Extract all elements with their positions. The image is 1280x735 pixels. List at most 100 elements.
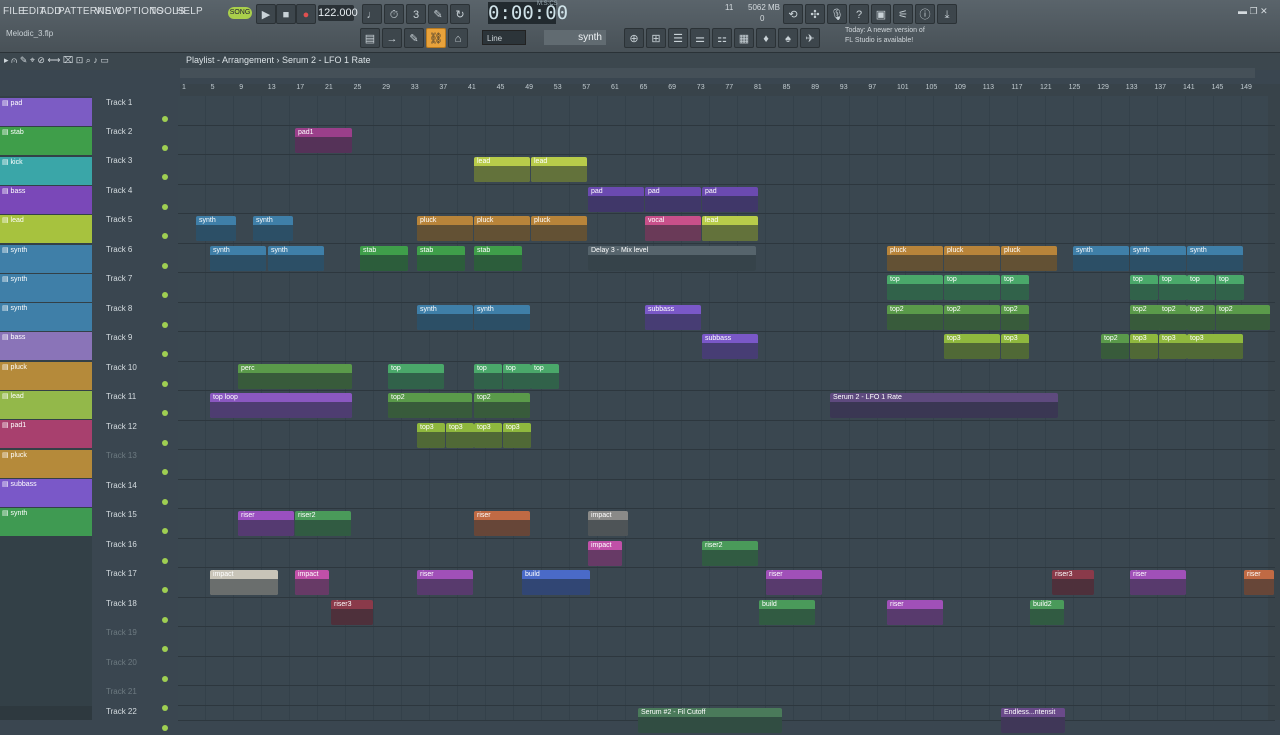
- track-lane[interactable]: [178, 272, 1275, 303]
- pattern-clip[interactable]: top2: [1101, 334, 1129, 359]
- picker-pattern[interactable]: ▤ lead: [0, 215, 92, 244]
- play-icon[interactable]: ▶: [256, 4, 276, 24]
- pattern-clip[interactable]: riser2: [295, 511, 351, 536]
- tool-icon[interactable]: ⚏: [712, 28, 732, 48]
- picker-pattern[interactable]: ▤ subbass: [0, 478, 92, 507]
- save-icon[interactable]: ▣: [871, 4, 891, 24]
- pattern-clip[interactable]: lead: [531, 157, 587, 182]
- track-name[interactable]: Track 3: [106, 156, 170, 184]
- picker-pattern[interactable]: ▤ pad1: [0, 420, 92, 449]
- tool-icon[interactable]: ⊞: [646, 28, 666, 48]
- pattern-clip[interactable]: top3: [474, 423, 502, 448]
- timeline-ruler[interactable]: 1 5 9 13 17 21 25 29 33 37 41 45 49 53 57 61 65 69 73 77 81 8…: [180, 84, 1275, 96]
- pattern-clip[interactable]: riser2: [702, 541, 758, 566]
- pattern-clip[interactable]: pad1: [295, 128, 352, 153]
- track-mute-icon[interactable]: [162, 469, 168, 475]
- pattern-clip[interactable]: top2: [1159, 305, 1187, 330]
- help-icon[interactable]: ?: [849, 4, 869, 24]
- download-icon[interactable]: ⤓: [937, 4, 957, 24]
- track-name[interactable]: Track 6: [106, 245, 170, 273]
- arrangement-overview[interactable]: [180, 68, 1255, 78]
- pattern-clip[interactable]: top2: [388, 393, 472, 418]
- pattern-clip[interactable]: riser: [766, 570, 822, 595]
- pattern-clip[interactable]: synth: [196, 216, 236, 241]
- track-lane[interactable]: [178, 479, 1275, 509]
- playlist-icon[interactable]: ▤: [360, 28, 380, 48]
- pattern-clip[interactable]: stab: [417, 246, 465, 271]
- track-name[interactable]: Track 5: [106, 215, 170, 243]
- track-mute-icon[interactable]: [162, 558, 168, 564]
- pattern-clip[interactable]: synth: [1187, 246, 1243, 271]
- playlist-tool-icons[interactable]: ▸ ⩀ ✎ ⌖ ⊘ ⟷ ⌧ ⊡ ⌕ ♪ ▭: [4, 55, 109, 66]
- pattern-clip[interactable]: impact: [588, 541, 622, 566]
- track-lane[interactable]: [178, 626, 1275, 657]
- pattern-clip[interactable]: top3: [503, 423, 531, 448]
- metronome-icon[interactable]: ♩: [362, 4, 382, 24]
- track-mute-icon[interactable]: [162, 410, 168, 416]
- pattern-clip[interactable]: top: [388, 364, 444, 389]
- pattern-clip[interactable]: build: [522, 570, 590, 595]
- track-lane[interactable]: [178, 685, 1275, 706]
- pattern-clip[interactable]: synth: [1073, 246, 1129, 271]
- track-mute-icon[interactable]: [162, 499, 168, 505]
- picker-pattern[interactable]: ▤ synth: [0, 244, 92, 273]
- pattern-clip[interactable]: riser: [474, 511, 530, 536]
- pattern-clip[interactable]: top3: [446, 423, 474, 448]
- pattern-clip[interactable]: riser: [1130, 570, 1186, 595]
- pattern-clip[interactable]: top: [1216, 275, 1244, 300]
- pattern-clip[interactable]: synth: [474, 305, 530, 330]
- picker-pattern[interactable]: ▤ kick: [0, 156, 92, 185]
- pattern-clip[interactable]: top: [531, 364, 559, 389]
- pattern-clip[interactable]: top2: [1216, 305, 1270, 330]
- track-mute-icon[interactable]: [162, 292, 168, 298]
- undo-icon[interactable]: ⟲: [783, 4, 803, 24]
- pattern-clip[interactable]: lead: [702, 216, 758, 241]
- song-mode-toggle[interactable]: SONG: [228, 7, 252, 19]
- track-mute-icon[interactable]: [162, 351, 168, 357]
- news-panel[interactable]: Today: A newer version of FL Studio is a…: [845, 26, 957, 50]
- picker-pattern[interactable]: ▤ stab: [0, 127, 92, 156]
- pattern-clip[interactable]: subbass: [645, 305, 701, 330]
- track-mute-icon[interactable]: [162, 528, 168, 534]
- pattern-clip[interactable]: pad: [588, 187, 644, 212]
- pattern-clip[interactable]: pluck: [944, 246, 1000, 271]
- track-lane[interactable]: [178, 420, 1275, 450]
- pattern-clip[interactable]: impact: [588, 511, 628, 536]
- picker-pattern[interactable]: ▤ synth: [0, 303, 92, 332]
- track-name[interactable]: Track 9: [106, 333, 170, 361]
- pattern-clip[interactable]: pluck: [531, 216, 587, 241]
- pattern-clip[interactable]: riser3: [331, 600, 373, 625]
- window-controls[interactable]: ▬ ❐ ✕: [1238, 6, 1268, 17]
- arrow-icon[interactable]: →: [382, 28, 402, 48]
- pattern-clip[interactable]: top: [944, 275, 1000, 300]
- mic-icon[interactable]: 🎙: [827, 4, 847, 24]
- pattern-clip[interactable]: subbass: [702, 334, 758, 359]
- tool-icon[interactable]: ⊕: [624, 28, 644, 48]
- pencil-icon[interactable]: ✎: [404, 28, 424, 48]
- picker-pattern[interactable]: ▤ pluck: [0, 361, 92, 390]
- wait-input-icon[interactable]: ⏱: [384, 4, 404, 24]
- pattern-clip[interactable]: impact: [295, 570, 329, 595]
- track-name[interactable]: Track 2: [106, 127, 170, 155]
- track-name[interactable]: Track 22: [106, 707, 170, 735]
- pattern-clip[interactable]: top2: [1001, 305, 1029, 330]
- picker-pattern[interactable]: ▤ lead: [0, 391, 92, 419]
- pattern-clip[interactable]: build2: [1030, 600, 1064, 625]
- tool-icon[interactable]: ✈: [800, 28, 820, 48]
- pattern-clip[interactable]: pluck: [417, 216, 473, 241]
- pattern-clip[interactable]: pad: [702, 187, 758, 212]
- pattern-clip[interactable]: top2: [944, 305, 1000, 330]
- pattern-clip[interactable]: impact: [210, 570, 278, 595]
- track-name[interactable]: Track 7: [106, 274, 170, 302]
- track-mute-icon[interactable]: [162, 646, 168, 652]
- track-lane[interactable]: [178, 449, 1275, 480]
- track-lane[interactable]: [178, 656, 1275, 686]
- tool-icon[interactable]: ♦: [756, 28, 776, 48]
- pattern-clip[interactable]: Delay 3 - Mix level: [588, 246, 756, 271]
- track-name[interactable]: Track 8: [106, 304, 170, 332]
- pattern-clip[interactable]: top3: [944, 334, 1000, 359]
- picker-pattern[interactable]: ▤ pluck: [0, 449, 92, 478]
- track-lane[interactable]: [178, 302, 1275, 332]
- pattern-clip[interactable]: top: [1187, 275, 1215, 300]
- loop-record-icon[interactable]: ↻: [450, 4, 470, 24]
